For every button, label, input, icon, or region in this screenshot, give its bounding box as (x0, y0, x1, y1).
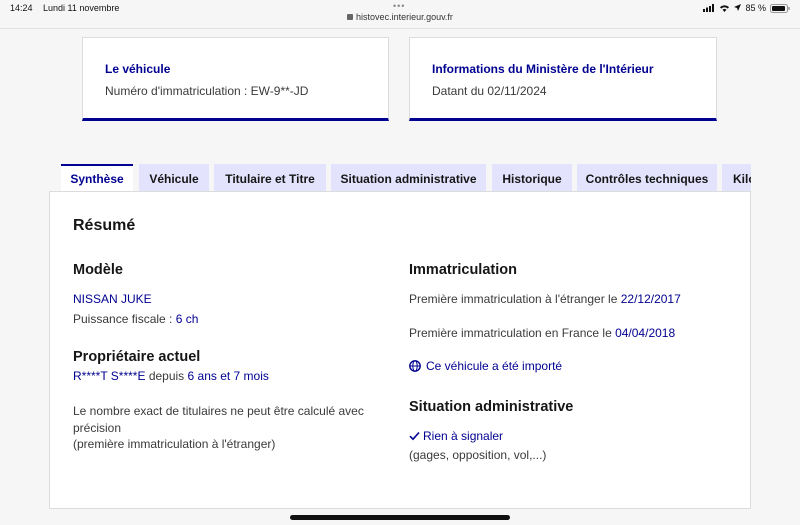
owner-line: R****T S****E depuis 6 ans et 7 mois (73, 369, 269, 383)
admin-heading: Situation administrative (409, 399, 574, 415)
tab-list: Synthèse Véhicule Titulaire et Titre Sit… (61, 164, 751, 192)
foreign-registration-date: 22/12/2017 (620, 292, 681, 306)
ministry-card: Informations du Ministère de l'Intérieur… (409, 37, 717, 121)
fiscal-power-label: Puissance fiscale : (73, 312, 176, 326)
check-icon (409, 431, 420, 441)
tab-situation-administrative[interactable]: Situation administrative (331, 164, 486, 192)
signal-icon (703, 4, 715, 12)
tab-vehicule[interactable]: Véhicule (139, 164, 209, 192)
globe-icon (409, 360, 421, 372)
admin-status: Rien à signaler (409, 429, 503, 443)
france-registration-date: 04/04/2018 (615, 326, 676, 340)
wifi-icon (720, 5, 730, 12)
home-indicator[interactable] (290, 515, 510, 520)
owner-note-line: (première immatriculation à l'étranger) (73, 437, 276, 451)
vehicle-card: Le véhicule Numéro d'immatriculation : E… (82, 37, 389, 121)
summary-title: Résumé (73, 217, 136, 234)
location-icon (734, 4, 742, 11)
registration-number: Numéro d'immatriculation : EW-9**-JD (105, 84, 309, 98)
imported-info: Ce véhicule a été importé (409, 359, 562, 373)
toolbar-divider (0, 28, 800, 29)
owner-heading: Propriétaire actuel (73, 349, 201, 365)
france-registration: Première immatriculation en France le 04… (409, 326, 675, 340)
model-heading: Modèle (73, 262, 123, 278)
model-name: NISSAN JUKE (73, 292, 152, 306)
foreign-registration: Première immatriculation à l'étranger le… (409, 292, 681, 306)
owner-note-line: Le nombre exact de titulaires ne peut êt… (73, 404, 364, 418)
tab-kilometrage[interactable]: Kilo (722, 164, 751, 192)
owner-since-label: depuis (145, 369, 188, 383)
registration-heading: Immatriculation (409, 262, 517, 278)
vehicle-card-title: Le véhicule (105, 62, 171, 76)
foreign-registration-label: Première immatriculation à l'étranger le (409, 292, 621, 306)
ministry-card-title: Informations du Ministère de l'Intérieur (432, 62, 654, 76)
address-url: histovec.interieur.gouv.fr (356, 12, 453, 22)
fiscal-power: Puissance fiscale : 6 ch (73, 312, 198, 326)
tab-controles-techniques[interactable]: Contrôles techniques (577, 164, 717, 192)
synthese-panel: Résumé Modèle NISSAN JUKE Puissance fisc… (49, 191, 751, 509)
address-bar[interactable]: histovec.interieur.gouv.fr (0, 12, 800, 22)
multitask-dots-icon[interactable]: ••• (393, 1, 405, 11)
imported-label: Ce véhicule a été importé (426, 359, 563, 373)
fiscal-power-value: 6 ch (175, 312, 199, 326)
owner-count-note: Le nombre exact de titulaires ne peut êt… (73, 403, 364, 453)
owner-name: R****T S****E (73, 369, 146, 383)
tab-historique[interactable]: Historique (492, 164, 572, 192)
tab-titulaire[interactable]: Titulaire et Titre (214, 164, 326, 192)
lock-icon (347, 13, 354, 20)
owner-duration: 6 ans et 7 mois (187, 369, 269, 383)
admin-status-label: Rien à signaler (423, 429, 504, 443)
data-date: Datant du 02/11/2024 (432, 84, 547, 98)
admin-details: (gages, opposition, vol,...) (409, 448, 547, 462)
tab-synthese[interactable]: Synthèse (61, 164, 133, 192)
owner-note-line: précision (73, 420, 122, 435)
france-registration-label: Première immatriculation en France le (409, 326, 616, 340)
